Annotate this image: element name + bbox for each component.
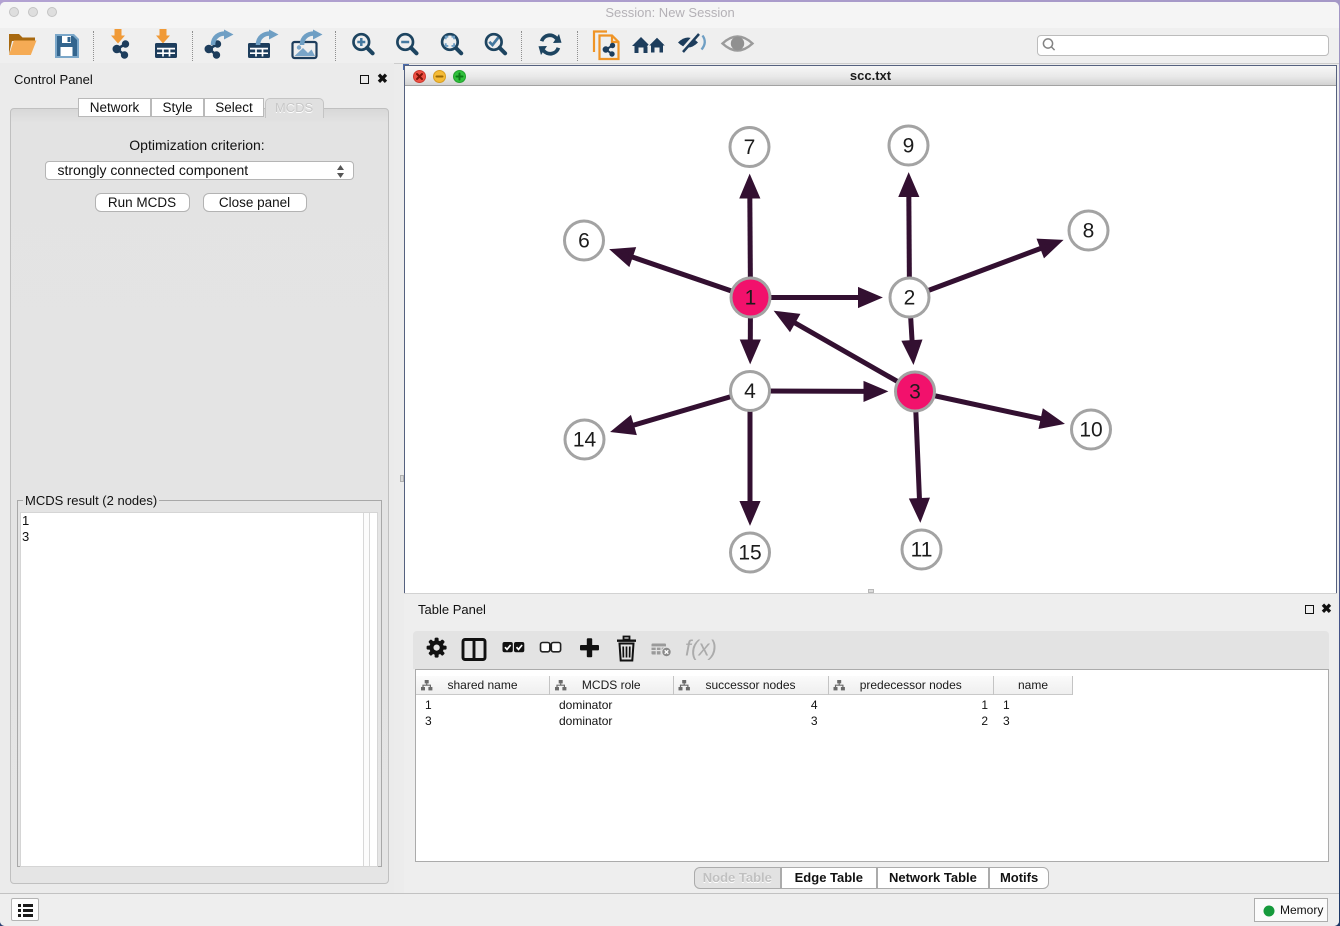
- svg-text:2: 2: [904, 287, 916, 310]
- svg-text:10: 10: [1079, 419, 1102, 442]
- svg-text:9: 9: [903, 135, 915, 158]
- svg-text:6: 6: [578, 230, 590, 253]
- svg-text:7: 7: [744, 136, 756, 159]
- svg-text:1: 1: [745, 287, 757, 310]
- svg-text:f(x): f(x): [685, 636, 717, 661]
- svg-text:3: 3: [909, 381, 921, 404]
- svg-text:15: 15: [738, 542, 761, 565]
- svg-text:8: 8: [1083, 220, 1095, 243]
- svg-text:4: 4: [744, 380, 756, 403]
- svg-text:11: 11: [911, 539, 933, 562]
- svg-text:14: 14: [573, 429, 597, 452]
